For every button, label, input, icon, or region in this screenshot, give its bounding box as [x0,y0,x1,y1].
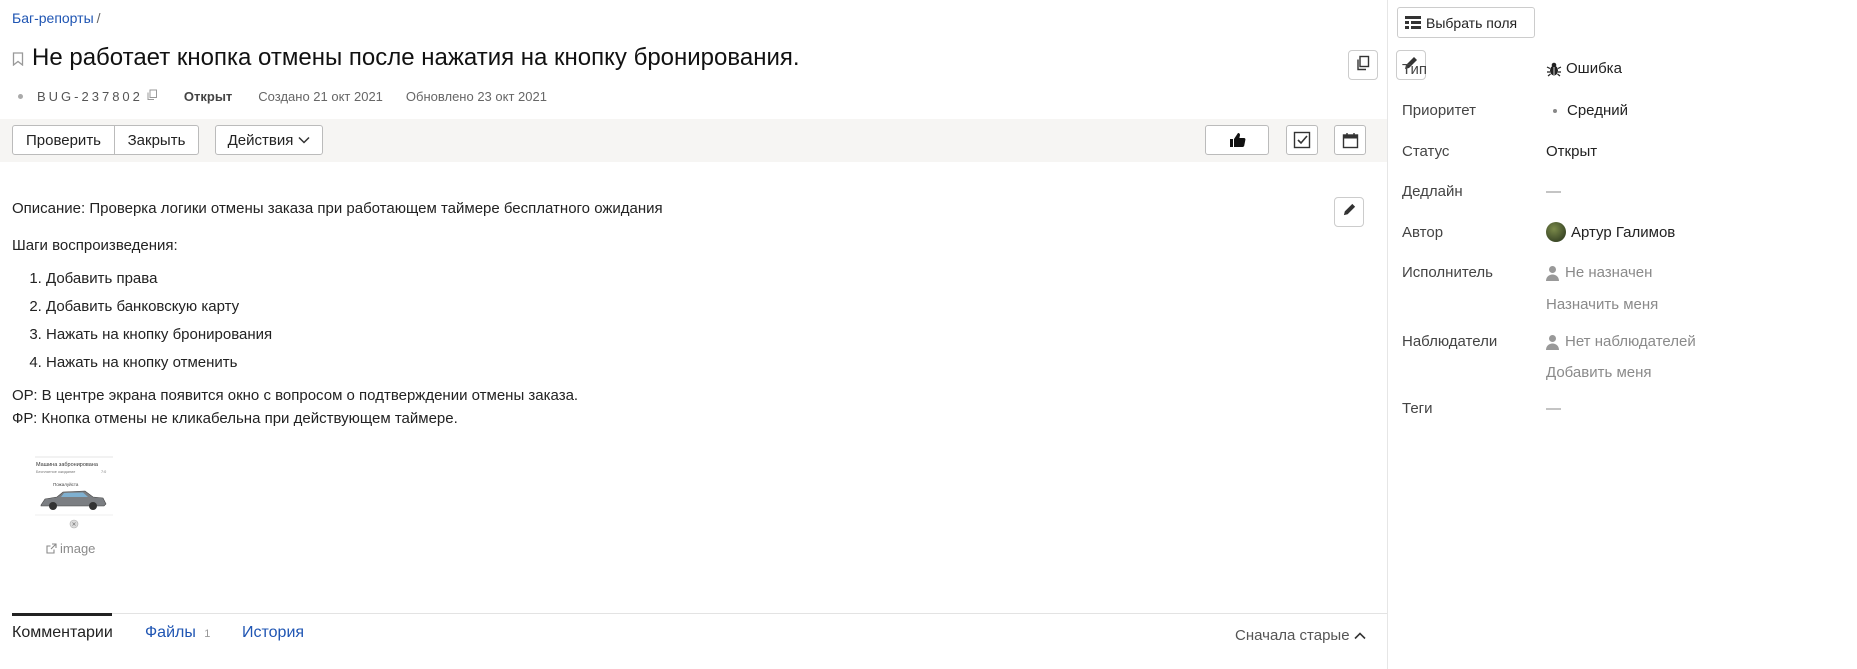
field-value-assignee[interactable]: Не назначен [1546,264,1652,281]
priority-dot [1553,108,1557,113]
chevron-up-icon [1353,631,1366,640]
calendar-icon [1342,132,1359,149]
action-toolbar: Проверить Закрыть Действия [0,119,1387,162]
steps-list: Добавить права Добавить банковскую карту… [12,265,663,377]
edit-description-button[interactable] [1334,197,1364,227]
checklist-button[interactable] [1286,125,1318,155]
sort-order-toggle[interactable]: Сначала старые [1235,627,1366,644]
checklist-icon [1293,131,1311,149]
actual-result: ФР: Кнопка отмены не кликабельна при дей… [12,410,458,427]
field-value-status[interactable]: Открыт [1546,143,1597,160]
title-row: Не работает кнопка отмены после нажатия … [12,44,800,72]
priority-value-text: Средний [1567,102,1628,119]
avatar [1546,222,1566,242]
copy-icon[interactable] [146,89,158,104]
copy-link-button[interactable] [1348,50,1378,80]
copy-icon [1355,55,1371,76]
close-button[interactable]: Закрыть [114,125,199,155]
meta-dot [18,94,23,99]
assignee-value-text: Не назначен [1565,264,1653,281]
expected-result: ОР: В центре экрана появится окно с вопр… [12,387,579,404]
bug-icon [1546,61,1562,77]
thumb-label-text: Пожалуйста [53,481,79,487]
tab-history[interactable]: История [242,624,304,642]
like-button[interactable] [1205,125,1269,155]
breadcrumb-separator: / [96,10,101,26]
list-item: Добавить банковскую карту [46,293,663,321]
actions-dropdown[interactable]: Действия [215,125,323,155]
field-label-deadline: Дедлайн [1402,183,1463,200]
created-date: Создано 21 окт 2021 [258,89,383,104]
field-value-priority[interactable]: Средний [1546,102,1628,119]
breadcrumb-link-bug-reports[interactable]: Баг-репорты [12,10,94,26]
field-value-deadline[interactable]: — [1546,183,1561,200]
sort-label: Сначала старые [1235,627,1350,644]
thumb-title-text: Машина забронирована [36,462,99,468]
check-button[interactable]: Проверить [12,125,115,155]
field-label-priority: Приоритет [1402,102,1476,119]
chevron-down-icon [298,136,310,144]
attachment-link[interactable]: image [46,541,95,556]
description-intro: Описание: Проверка логики отмены заказа … [12,200,663,217]
thumb-time-text: 7:0 [101,470,106,474]
issue-description: Описание: Проверка логики отмены заказа … [12,200,663,427]
issue-key: BUG-237802 [37,89,143,104]
thumb-sub-text: Бесплатное ожидание [36,470,75,474]
tab-files-label: Файлы [145,624,196,641]
updated-date: Обновлено 23 окт 2021 [405,89,547,104]
external-link-icon [46,543,57,554]
field-label-watchers: Наблюдатели [1402,333,1498,350]
field-value-watchers[interactable]: Нет наблюдателей [1546,333,1696,350]
main-panel: Баг-репорты / Не работает кнопка отмены п… [0,0,1426,669]
list-item: Нажать на кнопку отменить [46,349,663,377]
status-badge[interactable]: Открыт [184,89,232,104]
active-tab-indicator [12,613,112,616]
list-item: Нажать на кнопку бронирования [46,321,663,349]
add-me-link[interactable]: Добавить меня [1546,364,1652,381]
bookmark-icon[interactable] [12,46,32,71]
select-fields-button[interactable]: Выбрать поля [1397,7,1535,38]
thumbs-up-icon [1229,132,1246,148]
field-label-tags: Теги [1402,400,1433,417]
steps-title: Шаги воспроизведения: [12,237,178,254]
files-count: 1 [204,628,211,640]
columns-icon [1405,15,1421,30]
field-label-type: Тип [1402,61,1428,78]
author-name: Артур Галимов [1571,223,1676,241]
tab-comments[interactable]: Комментарии [12,624,113,642]
assign-me-link[interactable]: Назначить меня [1546,296,1658,313]
person-icon [1546,265,1559,281]
edit-icon [1342,202,1357,222]
select-fields-label: Выбрать поля [1426,14,1518,31]
tabs-divider [12,613,1387,614]
person-icon [1546,334,1559,350]
issue-meta: BUG-237802 Открыт Создано 21 окт 2021 Об… [18,89,547,104]
actions-label: Действия [227,131,294,149]
type-value-text: Ошибка [1566,60,1622,77]
issue-title: Не работает кнопка отмены после нажатия … [32,44,800,71]
field-label-author: Автор [1402,224,1444,241]
attachment-caption: image [60,541,96,556]
breadcrumb: Баг-репорты / [12,10,101,26]
tab-files[interactable]: Файлы 1 [145,624,210,642]
list-item: Добавить права [46,265,663,293]
watchers-value-text: Нет наблюдателей [1565,333,1696,350]
field-value-tags[interactable]: — [1546,400,1561,417]
field-label-status: Статус [1402,143,1450,160]
field-label-assignee: Исполнитель [1402,264,1493,281]
deadline-button[interactable] [1334,125,1366,155]
field-value-type[interactable]: Ошибка [1546,60,1622,77]
field-value-author[interactable]: Артур Галимов [1546,222,1675,242]
attachment-thumbnail[interactable]: Машина забронирована Бесплатное ожидание… [33,455,115,533]
